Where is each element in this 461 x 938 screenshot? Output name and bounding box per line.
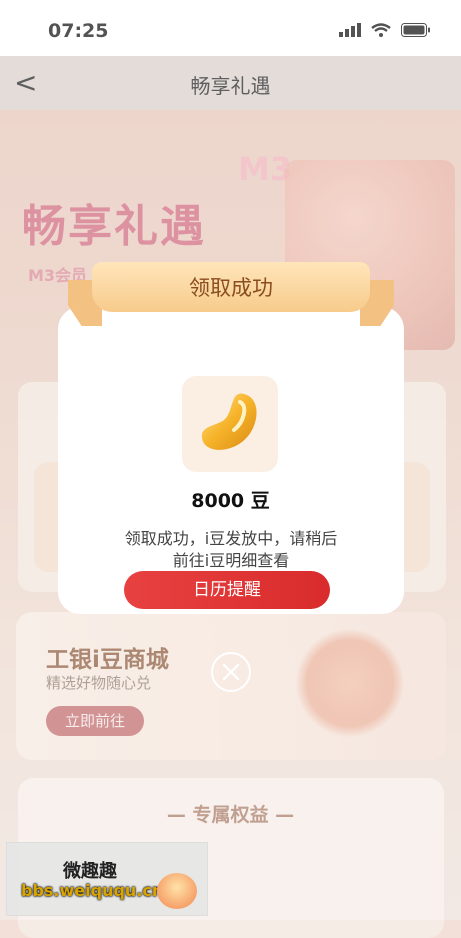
- close-icon: [222, 663, 240, 681]
- bean-amount: 8000 豆: [191, 490, 270, 512]
- modal-ribbon: 领取成功: [68, 262, 394, 326]
- modal-message: 领取成功，i豆发放中，请稍后 前往i豆明细查看: [86, 528, 376, 572]
- watermark-mascot: [157, 873, 197, 909]
- calendar-reminder-button[interactable]: 日历提醒: [124, 571, 330, 609]
- watermark: 微趣趣 bbs.weiququ.cn: [6, 842, 208, 916]
- watermark-line2: bbs.weiququ.cn: [21, 881, 164, 900]
- bean-icon: [201, 393, 257, 450]
- modal-header: 领取成功: [189, 276, 273, 300]
- modal-message-line2: 前往i豆明细查看: [172, 551, 290, 570]
- ribbon-body: 领取成功: [92, 262, 370, 312]
- watermark-line1: 微趣趣: [63, 861, 117, 882]
- bean-icon-box: [182, 376, 278, 472]
- modal-message-line1: 领取成功，i豆发放中，请稍后: [124, 529, 338, 548]
- close-modal-button[interactable]: [211, 652, 251, 692]
